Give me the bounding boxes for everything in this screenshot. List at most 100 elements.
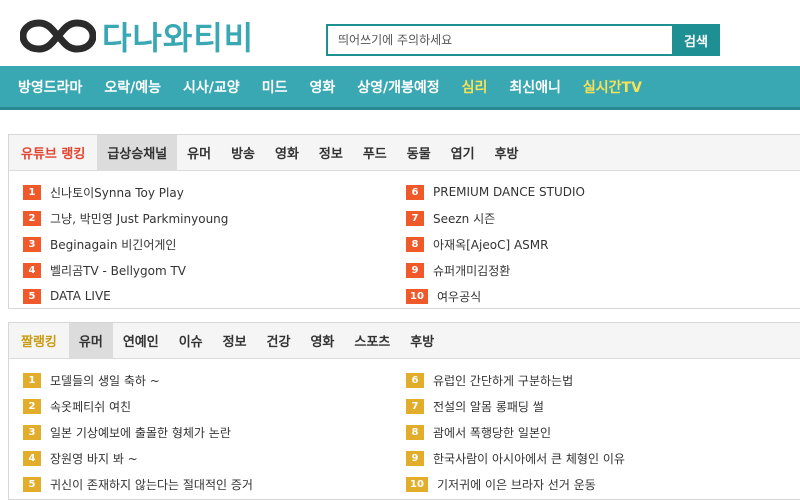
list-item[interactable]: 3 일본 기상예보에 출몰한 형체가 논란 — [23, 419, 253, 445]
nav-item-drama[interactable]: 방영드라마 — [18, 77, 82, 97]
list-item[interactable]: 6 유럽인 간단하게 구분하는법 — [406, 367, 625, 393]
list-item[interactable]: 3 Beginagain 비긴어게인 — [23, 231, 228, 257]
rank-badge: 6 — [406, 184, 424, 200]
tab-info[interactable]: 정보 — [213, 323, 257, 358]
search-button[interactable]: 검색 — [672, 24, 720, 56]
search-input[interactable] — [326, 24, 672, 56]
nav-item-latest-anime[interactable]: 최신애니 — [509, 77, 561, 97]
logo-text: 다나와티비 — [102, 19, 255, 57]
rank-badge: 1 — [23, 184, 41, 200]
list-item[interactable]: 10 여우공식 — [406, 283, 585, 309]
site-logo[interactable]: 다나와티비 — [20, 16, 255, 57]
list-item[interactable]: 1 신나토이Synna Toy Play — [23, 179, 228, 205]
list-item-text: 유럽인 간단하게 구분하는법 — [433, 373, 574, 388]
rank-badge: 9 — [406, 262, 424, 278]
tab-issue[interactable]: 이슈 — [169, 323, 213, 358]
list-item-text: Seezn 시즌 — [433, 211, 496, 226]
tab-food[interactable]: 푸드 — [353, 135, 397, 170]
rank-badge: 10 — [406, 288, 428, 304]
rank-badge: 4 — [23, 262, 41, 278]
list-item[interactable]: 6 PREMIUM DANCE STUDIO — [406, 179, 585, 205]
tab-movie[interactable]: 영화 — [265, 135, 309, 170]
list-item[interactable]: 4 장원영 바지 봐 ~ — [23, 445, 253, 471]
list-item-text: 그냥, 박민영 Just Parkminyoung — [50, 211, 229, 226]
list-item[interactable]: 10 기저귀에 이은 브라자 선거 운동 — [406, 471, 625, 497]
rank-badge: 8 — [406, 236, 424, 252]
list-item[interactable]: 8 아재옥[AjeoC] ASMR — [406, 231, 585, 257]
list-item-text: 귀신이 존재하지 않는다는 절대적인 증거 — [50, 477, 253, 492]
nav-item-entertainment[interactable]: 오락/예능 — [104, 77, 161, 97]
youtube-ranking-list: 1 신나토이Synna Toy Play 2 그냥, 박민영 Just Parkmi… — [9, 171, 800, 304]
list-item[interactable]: 4 벨리곰TV - Bellygom TV — [23, 257, 228, 283]
list-item-text: 슈퍼개미김정환 — [433, 263, 511, 278]
tab-celebrity[interactable]: 연예인 — [113, 323, 169, 358]
list-item-text: 일본 기상예보에 출몰한 형체가 논란 — [50, 425, 231, 440]
list-item-text: 전설의 알몸 롱패딩 썰 — [433, 399, 544, 414]
rank-badge: 5 — [23, 476, 41, 492]
list-item-text: Beginagain 비긴어게인 — [50, 237, 177, 252]
nav-item-current-affairs[interactable]: 시사/교양 — [183, 77, 240, 97]
list-item[interactable]: 5 DATA LIVE — [23, 283, 228, 309]
list-item-text: 아재옥[AjeoC] ASMR — [433, 237, 549, 252]
nav-item-psychology[interactable]: 심리 — [462, 77, 488, 97]
list-item[interactable]: 7 Seezn 시즌 — [406, 205, 585, 231]
list-item[interactable]: 8 괌에서 폭행당한 일본인 — [406, 419, 625, 445]
infinity-logo-icon — [20, 19, 96, 53]
tab-movie[interactable]: 영화 — [300, 323, 344, 358]
list-item[interactable]: 7 전설의 알몸 롱패딩 썰 — [406, 393, 625, 419]
list-item[interactable]: 9 한국사람이 아시아에서 큰 체형인 이유 — [406, 445, 625, 471]
list-item-text: 한국사람이 아시아에서 큰 체형인 이유 — [433, 451, 625, 466]
site-header: 다나와티비 검색 — [0, 0, 800, 66]
tab-broadcast[interactable]: 방송 — [221, 135, 265, 170]
rank-badge: 2 — [23, 210, 41, 226]
tab-health[interactable]: 건강 — [257, 323, 301, 358]
rank-badge: 4 — [23, 450, 41, 466]
youtube-ranking-title[interactable]: 유튜브 랭킹 — [9, 135, 97, 170]
list-item-text: 모델들의 생일 축하 ~ — [50, 373, 160, 388]
tab-rear[interactable]: 후방 — [400, 323, 444, 358]
nav-item-live-tv[interactable]: 실시간TV — [583, 77, 642, 97]
tab-humor[interactable]: 유머 — [177, 135, 221, 170]
main-nav: 방영드라마 오락/예능 시사/교양 미드 영화 상영/개봉예정 심리 최신애니 … — [0, 66, 800, 110]
rank-badge: 9 — [406, 450, 424, 466]
list-item[interactable]: 1 모델들의 생일 축하 ~ — [23, 367, 253, 393]
tab-bizarre[interactable]: 엽기 — [441, 135, 485, 170]
tab-sports[interactable]: 스포츠 — [344, 323, 400, 358]
tab-rising-channels[interactable]: 급상승채널 — [97, 135, 178, 170]
list-item[interactable]: 9 슈퍼개미김정환 — [406, 257, 585, 283]
nav-item-movie[interactable]: 영화 — [309, 77, 335, 97]
tab-info[interactable]: 정보 — [309, 135, 353, 170]
list-item-text: PREMIUM DANCE STUDIO — [433, 185, 585, 199]
short-ranking-tabs: 짤랭킹 유머 연예인 이슈 정보 건강 영화 스포츠 후방 — [9, 323, 800, 359]
list-item-text: 속옷페티쉬 여친 — [50, 399, 132, 414]
list-item[interactable]: 2 속옷페티쉬 여친 — [23, 393, 253, 419]
rank-badge: 8 — [406, 424, 424, 440]
rank-badge: 7 — [406, 210, 424, 226]
short-ranking-list: 1 모델들의 생일 축하 ~ 2 속옷페티쉬 여친 3 일본 기상예보에 출몰한 형체… — [9, 359, 800, 492]
search-bar: 검색 — [326, 24, 720, 56]
short-ranking-title[interactable]: 짤랭킹 — [9, 323, 69, 358]
rank-badge: 6 — [406, 372, 424, 388]
list-item-text: DATA LIVE — [50, 289, 111, 303]
list-item-text: 장원영 바지 봐 ~ — [50, 451, 138, 466]
rank-badge: 5 — [23, 288, 41, 304]
list-item-text: 신나토이Synna Toy Play — [50, 185, 184, 200]
list-item-text: 기저귀에 이은 브라자 선거 운동 — [437, 477, 596, 492]
tab-humor[interactable]: 유머 — [68, 323, 113, 358]
rank-badge: 3 — [23, 424, 41, 440]
list-item[interactable]: 2 그냥, 박민영 Just Parkminyoung — [23, 205, 228, 231]
list-item-text: 괌에서 폭행당한 일본인 — [433, 425, 552, 440]
list-item[interactable]: 5 귀신이 존재하지 않는다는 절대적인 증거 — [23, 471, 253, 497]
rank-badge: 3 — [23, 236, 41, 252]
youtube-ranking-panel: 유튜브 랭킹 급상승채널 유머 방송 영화 정보 푸드 동물 엽기 후방 1 신나… — [8, 134, 800, 309]
nav-item-us-drama[interactable]: 미드 — [262, 77, 288, 97]
rank-badge: 1 — [23, 372, 41, 388]
nav-item-now-showing[interactable]: 상영/개봉예정 — [357, 77, 439, 97]
list-item-text: 벨리곰TV - Bellygom TV — [50, 263, 187, 278]
tab-rear[interactable]: 후방 — [485, 135, 529, 170]
list-item-text: 여우공식 — [437, 289, 482, 304]
rank-badge: 7 — [406, 398, 424, 414]
tab-animals[interactable]: 동물 — [397, 135, 441, 170]
rank-badge: 2 — [23, 398, 41, 414]
short-ranking-panel: 짤랭킹 유머 연예인 이슈 정보 건강 영화 스포츠 후방 1 모델들의 생일 축… — [8, 322, 800, 500]
